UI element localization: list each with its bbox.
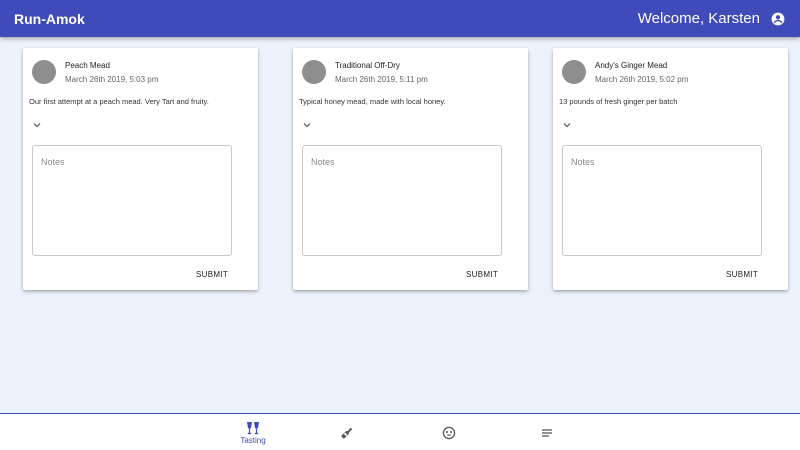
notes-field[interactable]: Notes	[302, 145, 502, 256]
app-bar: Run-Amok Welcome, Karsten	[0, 0, 800, 37]
submit-button[interactable]: SUBMIT	[457, 264, 507, 284]
card-title: Peach Mead	[65, 61, 110, 70]
chevron-down-icon[interactable]	[301, 117, 313, 128]
submit-button[interactable]: SUBMIT	[187, 264, 237, 284]
card-title: Andy's Ginger Mead	[595, 61, 668, 70]
card-title: Traditional Off-Dry	[335, 61, 400, 70]
avatar	[562, 60, 586, 84]
nav-tasting[interactable]: Tasting	[228, 414, 278, 450]
glasses-icon	[245, 421, 261, 435]
list-icon	[540, 426, 554, 440]
bottom-navigation: Tasting	[0, 413, 800, 450]
bottle-icon	[340, 426, 354, 440]
mead-card: Andy's Ginger Mead March 26th 2019, 5:02…	[553, 48, 788, 290]
emoji-icon	[442, 426, 456, 440]
mead-card: Peach Mead March 26th 2019, 5:03 pm Our …	[23, 48, 258, 290]
avatar	[32, 60, 56, 84]
card-description: 13 pounds of fresh ginger per batch	[559, 97, 678, 106]
notes-label: Notes	[41, 157, 65, 167]
nav-list[interactable]	[522, 414, 572, 450]
notes-label: Notes	[571, 157, 595, 167]
account-circle-icon[interactable]	[770, 11, 786, 27]
avatar	[302, 60, 326, 84]
card-date: March 26th 2019, 5:02 pm	[595, 75, 689, 84]
card-description: Our first attempt at a peach mead. Very …	[29, 97, 209, 106]
submit-button[interactable]: SUBMIT	[717, 264, 767, 284]
card-date: March 26th 2019, 5:11 pm	[335, 75, 428, 84]
card-date: March 26th 2019, 5:03 pm	[65, 75, 159, 84]
nav-bottle[interactable]	[322, 414, 372, 450]
notes-field[interactable]: Notes	[32, 145, 232, 256]
notes-label: Notes	[311, 157, 335, 167]
notes-field[interactable]: Notes	[562, 145, 762, 256]
chevron-down-icon[interactable]	[561, 117, 573, 128]
welcome-text: Welcome, Karsten	[637, 10, 760, 27]
nav-label-tasting: Tasting	[240, 435, 266, 445]
chevron-down-icon[interactable]	[31, 117, 43, 128]
nav-emoji[interactable]	[424, 414, 474, 450]
app-title: Run-Amok	[14, 10, 85, 27]
mead-card: Traditional Off-Dry March 26th 2019, 5:1…	[293, 48, 528, 290]
card-description: Typical honey mead, made with local hone…	[299, 97, 446, 106]
header-right: Welcome, Karsten	[638, 10, 786, 27]
